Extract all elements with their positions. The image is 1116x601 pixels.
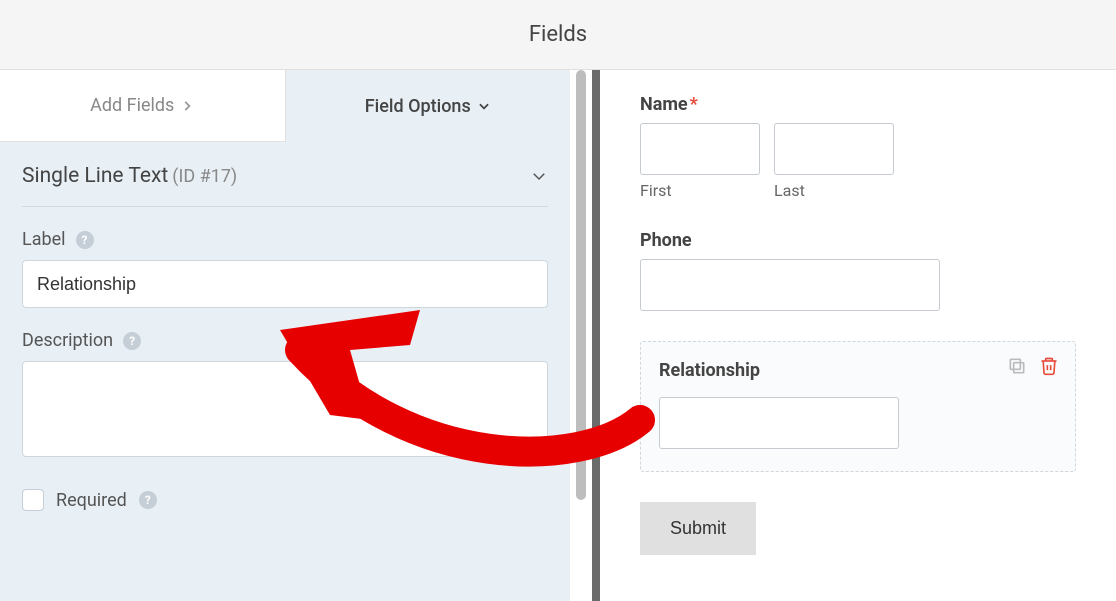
required-checkbox[interactable]: [22, 489, 44, 511]
description-textarea[interactable]: [22, 361, 548, 457]
submit-button[interactable]: Submit: [640, 502, 756, 555]
name-sublabels: First Last: [640, 181, 1076, 200]
description-heading: Description: [22, 330, 113, 351]
preview-field-relationship[interactable]: Relationship: [640, 341, 1076, 472]
field-actions: [1007, 356, 1059, 380]
field-type-label: Single Line Text: [22, 164, 168, 188]
tab-add-fields-label: Add Fields: [90, 95, 174, 116]
duplicate-icon[interactable]: [1007, 356, 1027, 380]
panel-tabs: Add Fields Field Options: [0, 70, 570, 142]
scrollbar[interactable]: [576, 70, 586, 500]
name-label-row: Name*: [640, 94, 1076, 115]
phone-label: Phone: [640, 230, 1076, 251]
relationship-input[interactable]: [659, 397, 899, 449]
first-name-input[interactable]: [640, 123, 760, 175]
last-sublabel: Last: [774, 181, 894, 200]
help-icon[interactable]: ?: [139, 491, 157, 509]
description-heading-row: Description ?: [22, 330, 548, 351]
required-asterisk: *: [690, 94, 698, 115]
tab-field-options[interactable]: Field Options: [286, 70, 571, 142]
chevron-right-icon: [180, 99, 194, 113]
chevron-down-icon: [530, 167, 548, 185]
label-heading-row: Label ?: [22, 229, 548, 250]
field-options-panel: Add Fields Field Options Single Line Tex…: [0, 70, 570, 601]
label-heading: Label: [22, 229, 66, 250]
field-id-label: (ID #17): [172, 166, 237, 187]
form-preview: Name* First Last Phone: [600, 70, 1116, 601]
preview-field-phone: Phone: [640, 230, 1076, 341]
option-description-group: Description ?: [0, 308, 570, 461]
name-label: Name: [640, 94, 688, 115]
header-title: Fields: [529, 22, 587, 47]
preview-border: [592, 70, 600, 601]
submit-label: Submit: [670, 518, 726, 538]
preview-field-name: Name* First Last: [640, 94, 1076, 200]
main-layout: Add Fields Field Options Single Line Tex…: [0, 70, 1116, 601]
field-type-header[interactable]: Single Line Text (ID #17): [22, 142, 548, 207]
name-inputs: [640, 123, 1076, 175]
trash-icon[interactable]: [1039, 356, 1059, 380]
first-sublabel: First: [640, 181, 760, 200]
chevron-down-icon: [477, 99, 491, 113]
help-icon[interactable]: ?: [76, 231, 94, 249]
tab-field-options-label: Field Options: [365, 96, 471, 117]
page-header: Fields: [0, 0, 1116, 70]
label-input[interactable]: [22, 260, 548, 308]
help-icon[interactable]: ?: [123, 332, 141, 350]
relationship-label: Relationship: [659, 360, 1057, 381]
panel-divider: [570, 70, 600, 601]
phone-input[interactable]: [640, 259, 940, 311]
field-type-text: Single Line Text (ID #17): [22, 164, 237, 188]
last-name-input[interactable]: [774, 123, 894, 175]
option-label-group: Label ?: [0, 207, 570, 308]
tab-add-fields[interactable]: Add Fields: [0, 70, 286, 142]
required-row: Required ?: [0, 461, 570, 511]
required-label: Required: [56, 490, 127, 511]
